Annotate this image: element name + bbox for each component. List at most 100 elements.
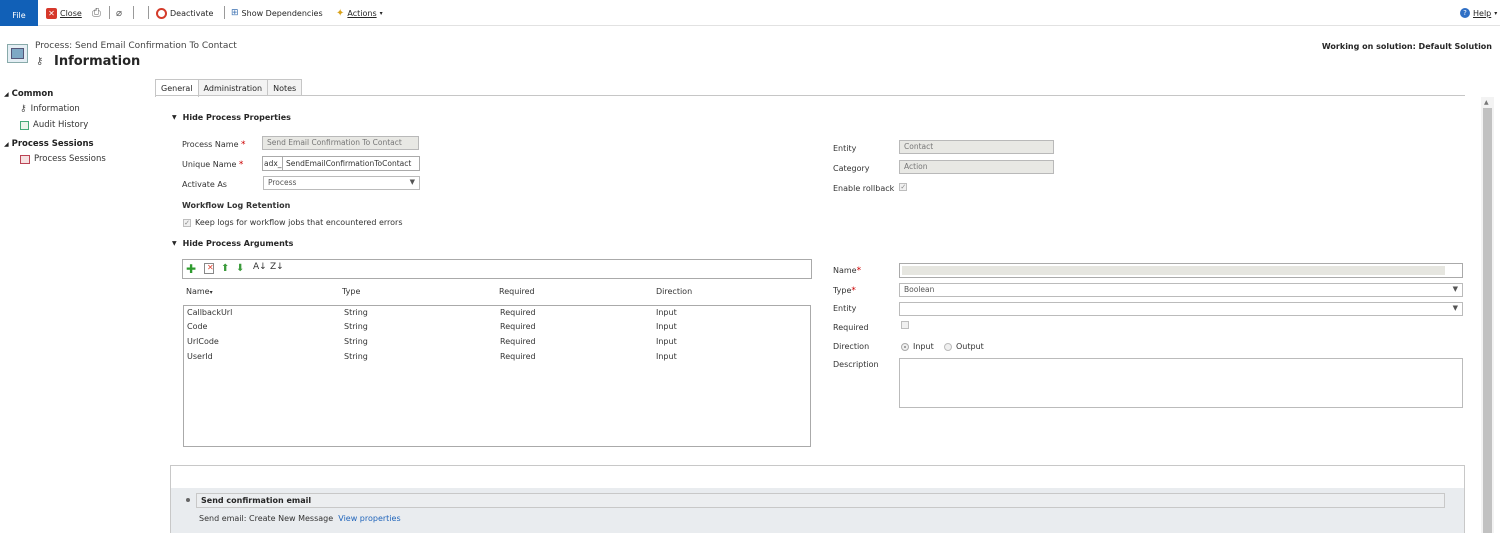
print-button[interactable]: ⎙ bbox=[92, 6, 101, 20]
radio-icon bbox=[944, 342, 952, 351]
cell-direction: Input bbox=[656, 308, 677, 317]
nav-item-audit-history[interactable]: Audit History bbox=[20, 120, 88, 130]
argument-type-select[interactable]: Boolean ▼ bbox=[899, 283, 1463, 297]
arguments-grid bbox=[183, 305, 811, 447]
argument-name-fill bbox=[902, 266, 1445, 275]
dropdown-arrow-icon: ▼ bbox=[1452, 285, 1458, 293]
nav-group-label: Common bbox=[11, 89, 54, 99]
enable-rollback-option: Enable rollback ✓ bbox=[833, 182, 908, 193]
cell-name: UrlCode bbox=[187, 337, 219, 346]
argument-direction-label: Direction bbox=[833, 342, 870, 351]
enable-rollback-checkbox[interactable]: ✓ bbox=[899, 182, 908, 191]
cell-type: String bbox=[344, 322, 368, 331]
show-dependencies-button[interactable]: ⊞ Show Dependencies bbox=[231, 6, 323, 20]
sort-descending-icon[interactable]: Z↓ bbox=[270, 262, 284, 272]
scroll-up-icon[interactable]: ▲ bbox=[1484, 99, 1489, 106]
entity-label: Entity bbox=[833, 144, 857, 153]
argument-required-checkbox[interactable] bbox=[901, 321, 909, 329]
tab-notes[interactable]: Notes bbox=[267, 79, 303, 96]
show-dependencies-label: Show Dependencies bbox=[241, 8, 323, 18]
process-name-field[interactable]: Send Email Confirmation To Contact bbox=[262, 136, 419, 150]
argument-entity-select[interactable]: ▼ bbox=[899, 302, 1463, 316]
triangle-down-icon: ◢ bbox=[4, 91, 9, 98]
required-asterisk: * bbox=[856, 266, 862, 276]
nav-item-information[interactable]: ⚷ Information bbox=[20, 104, 80, 114]
tab-strip: General Administration Notes bbox=[155, 79, 303, 97]
cell-required: Required bbox=[500, 308, 536, 317]
activate-as-select[interactable]: Process ▼ bbox=[263, 176, 420, 190]
nav-group-common[interactable]: ◢ Common bbox=[4, 89, 53, 99]
dropdown-arrow-icon: ▼ bbox=[1452, 304, 1458, 312]
cell-name: UserId bbox=[187, 352, 213, 361]
triangle-down-icon: ◢ bbox=[4, 141, 9, 148]
view-properties-link[interactable]: View properties bbox=[338, 514, 400, 523]
unique-name-field[interactable]: SendEmailConfirmationToContact bbox=[283, 156, 420, 171]
add-icon[interactable]: ✚ bbox=[186, 262, 196, 276]
record-subtitle: Process: Send Email Confirmation To Cont… bbox=[35, 41, 237, 51]
cell-type: String bbox=[344, 337, 368, 346]
keep-logs-checkbox[interactable]: ✓ bbox=[183, 218, 191, 227]
unique-name-prefix: adx_ bbox=[262, 156, 283, 171]
hide-process-properties-toggle[interactable]: ▼ Hide Process Properties bbox=[172, 113, 291, 122]
paperclip-icon: ⌀ bbox=[116, 7, 123, 19]
unique-name-label: Unique Name * bbox=[182, 160, 244, 170]
column-header-name[interactable]: Name▾ bbox=[186, 287, 213, 296]
actions-menu-button[interactable]: ✦ Actions ▾ bbox=[336, 6, 383, 20]
process-name-label: Process Name * bbox=[182, 140, 246, 150]
nav-group-process-sessions[interactable]: ◢ Process Sessions bbox=[4, 139, 94, 149]
sort-ascending-icon[interactable]: A↓ bbox=[253, 262, 267, 272]
nav-item-label: Audit History bbox=[33, 120, 89, 130]
actions-label: Actions bbox=[347, 8, 377, 18]
cell-name: Code bbox=[187, 322, 208, 331]
direction-input-option[interactable]: Input bbox=[901, 342, 934, 351]
sort-arrow-icon: ▾ bbox=[209, 289, 213, 296]
toolbar-separator bbox=[224, 6, 225, 19]
cell-type: String bbox=[344, 352, 368, 361]
delete-icon[interactable]: ✕ bbox=[204, 263, 214, 274]
keep-logs-label: Keep logs for workflow jobs that encount… bbox=[195, 218, 403, 227]
toolbar-separator bbox=[133, 6, 134, 19]
move-down-icon[interactable]: ⬇ bbox=[236, 263, 244, 274]
argument-description-textarea[interactable] bbox=[899, 358, 1463, 408]
deactivate-label: Deactivate bbox=[170, 8, 214, 18]
cell-direction: Input bbox=[656, 322, 677, 331]
process-icon: ⚷ bbox=[20, 104, 27, 114]
activate-as-value: Process bbox=[268, 178, 297, 187]
direction-output-option[interactable]: Output bbox=[944, 342, 984, 351]
file-button[interactable]: File bbox=[0, 0, 38, 26]
entity-field: Contact bbox=[899, 140, 1054, 154]
column-header-type[interactable]: Type bbox=[342, 287, 360, 296]
hide-process-arguments-toggle[interactable]: ▼ Hide Process Arguments bbox=[172, 239, 293, 248]
cell-required: Required bbox=[500, 322, 536, 331]
column-header-required[interactable]: Required bbox=[499, 287, 535, 296]
enable-rollback-label: Enable rollback bbox=[833, 184, 895, 193]
cell-required: Required bbox=[500, 337, 536, 346]
chevron-down-icon: ▾ bbox=[1494, 9, 1498, 17]
toolbar-separator bbox=[109, 6, 110, 19]
chevron-down-icon: ▼ bbox=[172, 114, 177, 121]
deactivate-button[interactable]: Deactivate bbox=[156, 6, 213, 20]
step-title-field[interactable]: Send confirmation email bbox=[196, 493, 1445, 508]
argument-type-value: Boolean bbox=[904, 285, 935, 294]
move-up-icon[interactable]: ⬆ bbox=[221, 263, 229, 274]
process-entity-icon bbox=[7, 44, 28, 63]
cell-required: Required bbox=[500, 352, 536, 361]
actions-icon: ✦ bbox=[336, 7, 345, 19]
argument-required-label: Required bbox=[833, 323, 869, 332]
cell-direction: Input bbox=[656, 337, 677, 346]
argument-name-field[interactable] bbox=[899, 263, 1463, 278]
deactivate-icon bbox=[156, 7, 167, 19]
scrollbar-thumb[interactable] bbox=[1483, 108, 1492, 533]
tab-divider bbox=[155, 95, 1465, 96]
help-button[interactable]: ? Help ▾ bbox=[1460, 6, 1497, 20]
keep-logs-option: ✓ Keep logs for workflow jobs that encou… bbox=[183, 218, 403, 227]
argument-description-label: Description bbox=[833, 360, 879, 369]
close-button[interactable]: ✕ Close bbox=[46, 6, 82, 20]
nav-item-process-sessions[interactable]: Process Sessions bbox=[20, 154, 106, 164]
column-header-direction[interactable]: Direction bbox=[656, 287, 692, 296]
workflow-log-retention-title: Workflow Log Retention bbox=[182, 201, 291, 210]
dropdown-arrow-icon: ▼ bbox=[409, 178, 415, 186]
attach-button[interactable]: ⌀ bbox=[116, 6, 122, 20]
tab-administration[interactable]: Administration bbox=[197, 79, 269, 96]
required-asterisk: * bbox=[241, 140, 246, 150]
